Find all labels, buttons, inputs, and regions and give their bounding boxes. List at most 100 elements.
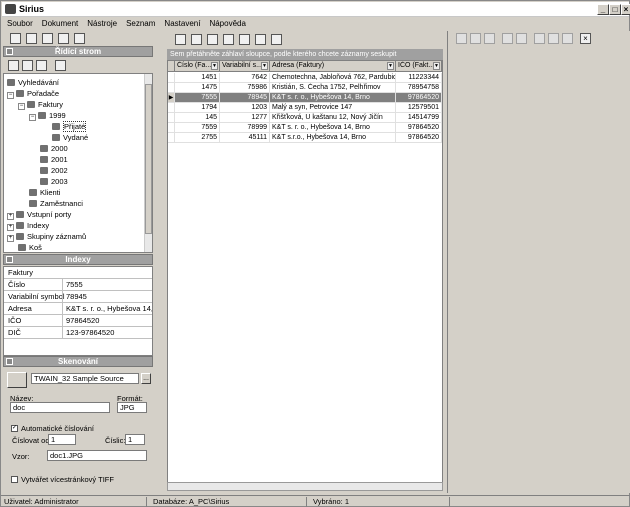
tree-item-vstupni-porty[interactable]: + Vstupní porty (7, 210, 71, 220)
collapse-icon[interactable]: − (29, 114, 36, 121)
properties-icon[interactable] (36, 60, 47, 71)
table-row[interactable]: 2755 45111 K&T s.r.o., Hybešova 14, Brno 97… (168, 133, 442, 143)
close-button[interactable]: × (621, 4, 630, 15)
menu-seznam[interactable]: Seznam (121, 17, 159, 30)
menu-nastroje[interactable]: Nástroje (82, 17, 121, 30)
tree-item-2002[interactable]: 2002 (40, 166, 68, 176)
scanner-icon[interactable] (7, 372, 27, 388)
tree-item-poradace[interactable]: − Pořadače (7, 89, 59, 99)
mail-icon[interactable] (42, 33, 53, 44)
tree-item-1999[interactable]: − 1999 (29, 111, 66, 121)
table-row[interactable]: 1475 75986 Kristián, S. Čecha 1752, Pelhři… (168, 83, 442, 93)
expand-icon[interactable]: + (7, 224, 14, 231)
format-select[interactable]: JPG (117, 402, 147, 413)
rotate-left-icon[interactable] (534, 33, 545, 44)
tree-item-klienti[interactable]: Klienti (29, 188, 60, 198)
expand-icon[interactable]: + (7, 213, 14, 220)
collapse-icon[interactable]: − (18, 103, 25, 110)
tree-item-vyhledavani[interactable]: Vyhledávání (7, 78, 59, 88)
table-row[interactable]: 1794 1203 Malý a syn, Petrovice 147 1257950… (168, 103, 442, 113)
menu-dokument[interactable]: Dokument (37, 17, 82, 30)
pin-icon[interactable] (6, 358, 13, 365)
scan-source-field[interactable]: TWAIN_32 Sample Source (31, 373, 139, 384)
tree-scrollbar[interactable] (144, 74, 152, 252)
pin-icon[interactable] (6, 48, 13, 55)
tree-item-2000[interactable]: 2000 (40, 144, 68, 154)
menu-bar: Soubor Dokument Nástroje Seznam Nastaven… (2, 17, 629, 30)
chevron-down-icon[interactable]: ▼ (387, 62, 394, 70)
next-page-icon[interactable] (484, 33, 495, 44)
prop-value[interactable]: 78945 (66, 291, 152, 302)
chevron-down-icon[interactable]: ▼ (211, 62, 218, 70)
pattern-field[interactable]: doc1.JPG (47, 450, 147, 461)
grid-icon[interactable] (207, 34, 218, 45)
settings-icon[interactable] (271, 34, 282, 45)
delete-icon[interactable] (255, 34, 266, 45)
maximize-button[interactable]: □ (609, 4, 621, 15)
digits-stepper[interactable]: 1 (125, 434, 145, 445)
table-row[interactable]: 145 1277 Křišťková, U kaštanu 12, Nový Jič… (168, 113, 442, 123)
close-icon[interactable]: × (580, 33, 591, 44)
tree-item-2001[interactable]: 2001 (40, 155, 68, 165)
tree-item-skupiny[interactable]: + Skupiny záznamů (7, 232, 86, 242)
tree-item-kos[interactable]: Koš (18, 243, 42, 252)
prop-value[interactable]: 123-97864520 (66, 327, 152, 338)
from-stepper[interactable]: 1 (48, 434, 76, 445)
main-toolbar (2, 31, 162, 46)
tree-item-indexy[interactable]: + Indexy (7, 221, 49, 231)
menu-soubor[interactable]: Soubor (2, 17, 37, 30)
tree-item-prijate[interactable]: Přijaté (52, 121, 87, 132)
refresh-icon[interactable] (55, 60, 66, 71)
zoom-out-icon[interactable] (516, 33, 527, 44)
view-icon[interactable] (175, 34, 186, 45)
col-header-adresa[interactable]: Adresa (Faktury) ▼ (270, 61, 396, 72)
folder-icon[interactable] (10, 33, 21, 44)
cell-adresa: K&T s.r.o., Hybešova 14, Brno (270, 133, 396, 143)
folder-icon (40, 156, 48, 163)
scroll-thumb[interactable] (145, 84, 152, 234)
tree-item-2003[interactable]: 2003 (40, 177, 68, 187)
expand-icon[interactable]: + (7, 235, 14, 242)
prev-page-icon[interactable] (470, 33, 481, 44)
tree-item-vydane[interactable]: Vydané (52, 133, 88, 143)
prop-value[interactable]: 7555 (66, 279, 152, 290)
col-header-ico[interactable]: IČO (Fakt... ▼ (396, 61, 442, 72)
tree-item-zamestnanci[interactable]: Zaměstnanci (29, 199, 83, 209)
fit-icon[interactable] (562, 33, 573, 44)
export-icon[interactable] (223, 34, 234, 45)
tree-item-faktury[interactable]: − Faktury (18, 100, 63, 110)
col-header-cislo[interactable]: Číslo (Fa... ▼ (175, 61, 220, 72)
prop-value[interactable]: K&T s. r. o., Hybešova 14, Br (66, 303, 152, 314)
print-icon[interactable] (26, 33, 37, 44)
prop-key: IČO (8, 316, 22, 325)
list-icon[interactable] (191, 34, 202, 45)
rotate-right-icon[interactable] (548, 33, 559, 44)
table-row[interactable]: 7559 78999 K&T s. r. o., Hybešova 14, Brno… (168, 123, 442, 133)
auto-numbering-checkbox[interactable]: ✓ (11, 425, 18, 432)
collapse-icon[interactable]: − (7, 92, 14, 99)
browse-source-button[interactable]: ... (141, 373, 151, 384)
name-field[interactable]: doc (10, 402, 110, 413)
new-document-icon[interactable] (22, 60, 33, 71)
multipage-tiff-checkbox[interactable] (11, 476, 18, 483)
chevron-down-icon[interactable]: ▼ (261, 62, 268, 70)
col-header-variabilni[interactable]: Variabilní s... ▼ (220, 61, 270, 72)
first-page-icon[interactable] (456, 33, 467, 44)
digits-label: Číslic: (105, 436, 126, 445)
chevron-down-icon[interactable]: ▼ (433, 62, 440, 70)
table-row-selected[interactable]: ▶ 7555 78945 K&T s. r. o., Hybešova 14, Brn… (168, 93, 442, 103)
group-by-hint[interactable]: Sem přetáhněte záhlaví sloupce, podle kt… (167, 49, 443, 60)
zoom-in-icon[interactable] (502, 33, 513, 44)
send-icon[interactable] (58, 33, 69, 44)
prop-value[interactable]: 97864520 (66, 315, 152, 326)
minimize-button[interactable]: _ (597, 4, 609, 15)
new-folder-icon[interactable] (8, 60, 19, 71)
grid-horizontal-scrollbar[interactable] (167, 482, 443, 491)
cell-adresa: Chemotechna, Jabloňová 762, Pardubice (270, 73, 396, 83)
envelope-icon[interactable] (74, 33, 85, 44)
menu-nastaveni[interactable]: Nastavení (159, 17, 204, 30)
table-row[interactable]: 1451 7642 Chemotechna, Jabloňová 762, Pard… (168, 73, 442, 83)
import-icon[interactable] (239, 34, 250, 45)
menu-napoveda[interactable]: Nápověda (204, 17, 249, 30)
pin-icon[interactable] (6, 256, 13, 263)
